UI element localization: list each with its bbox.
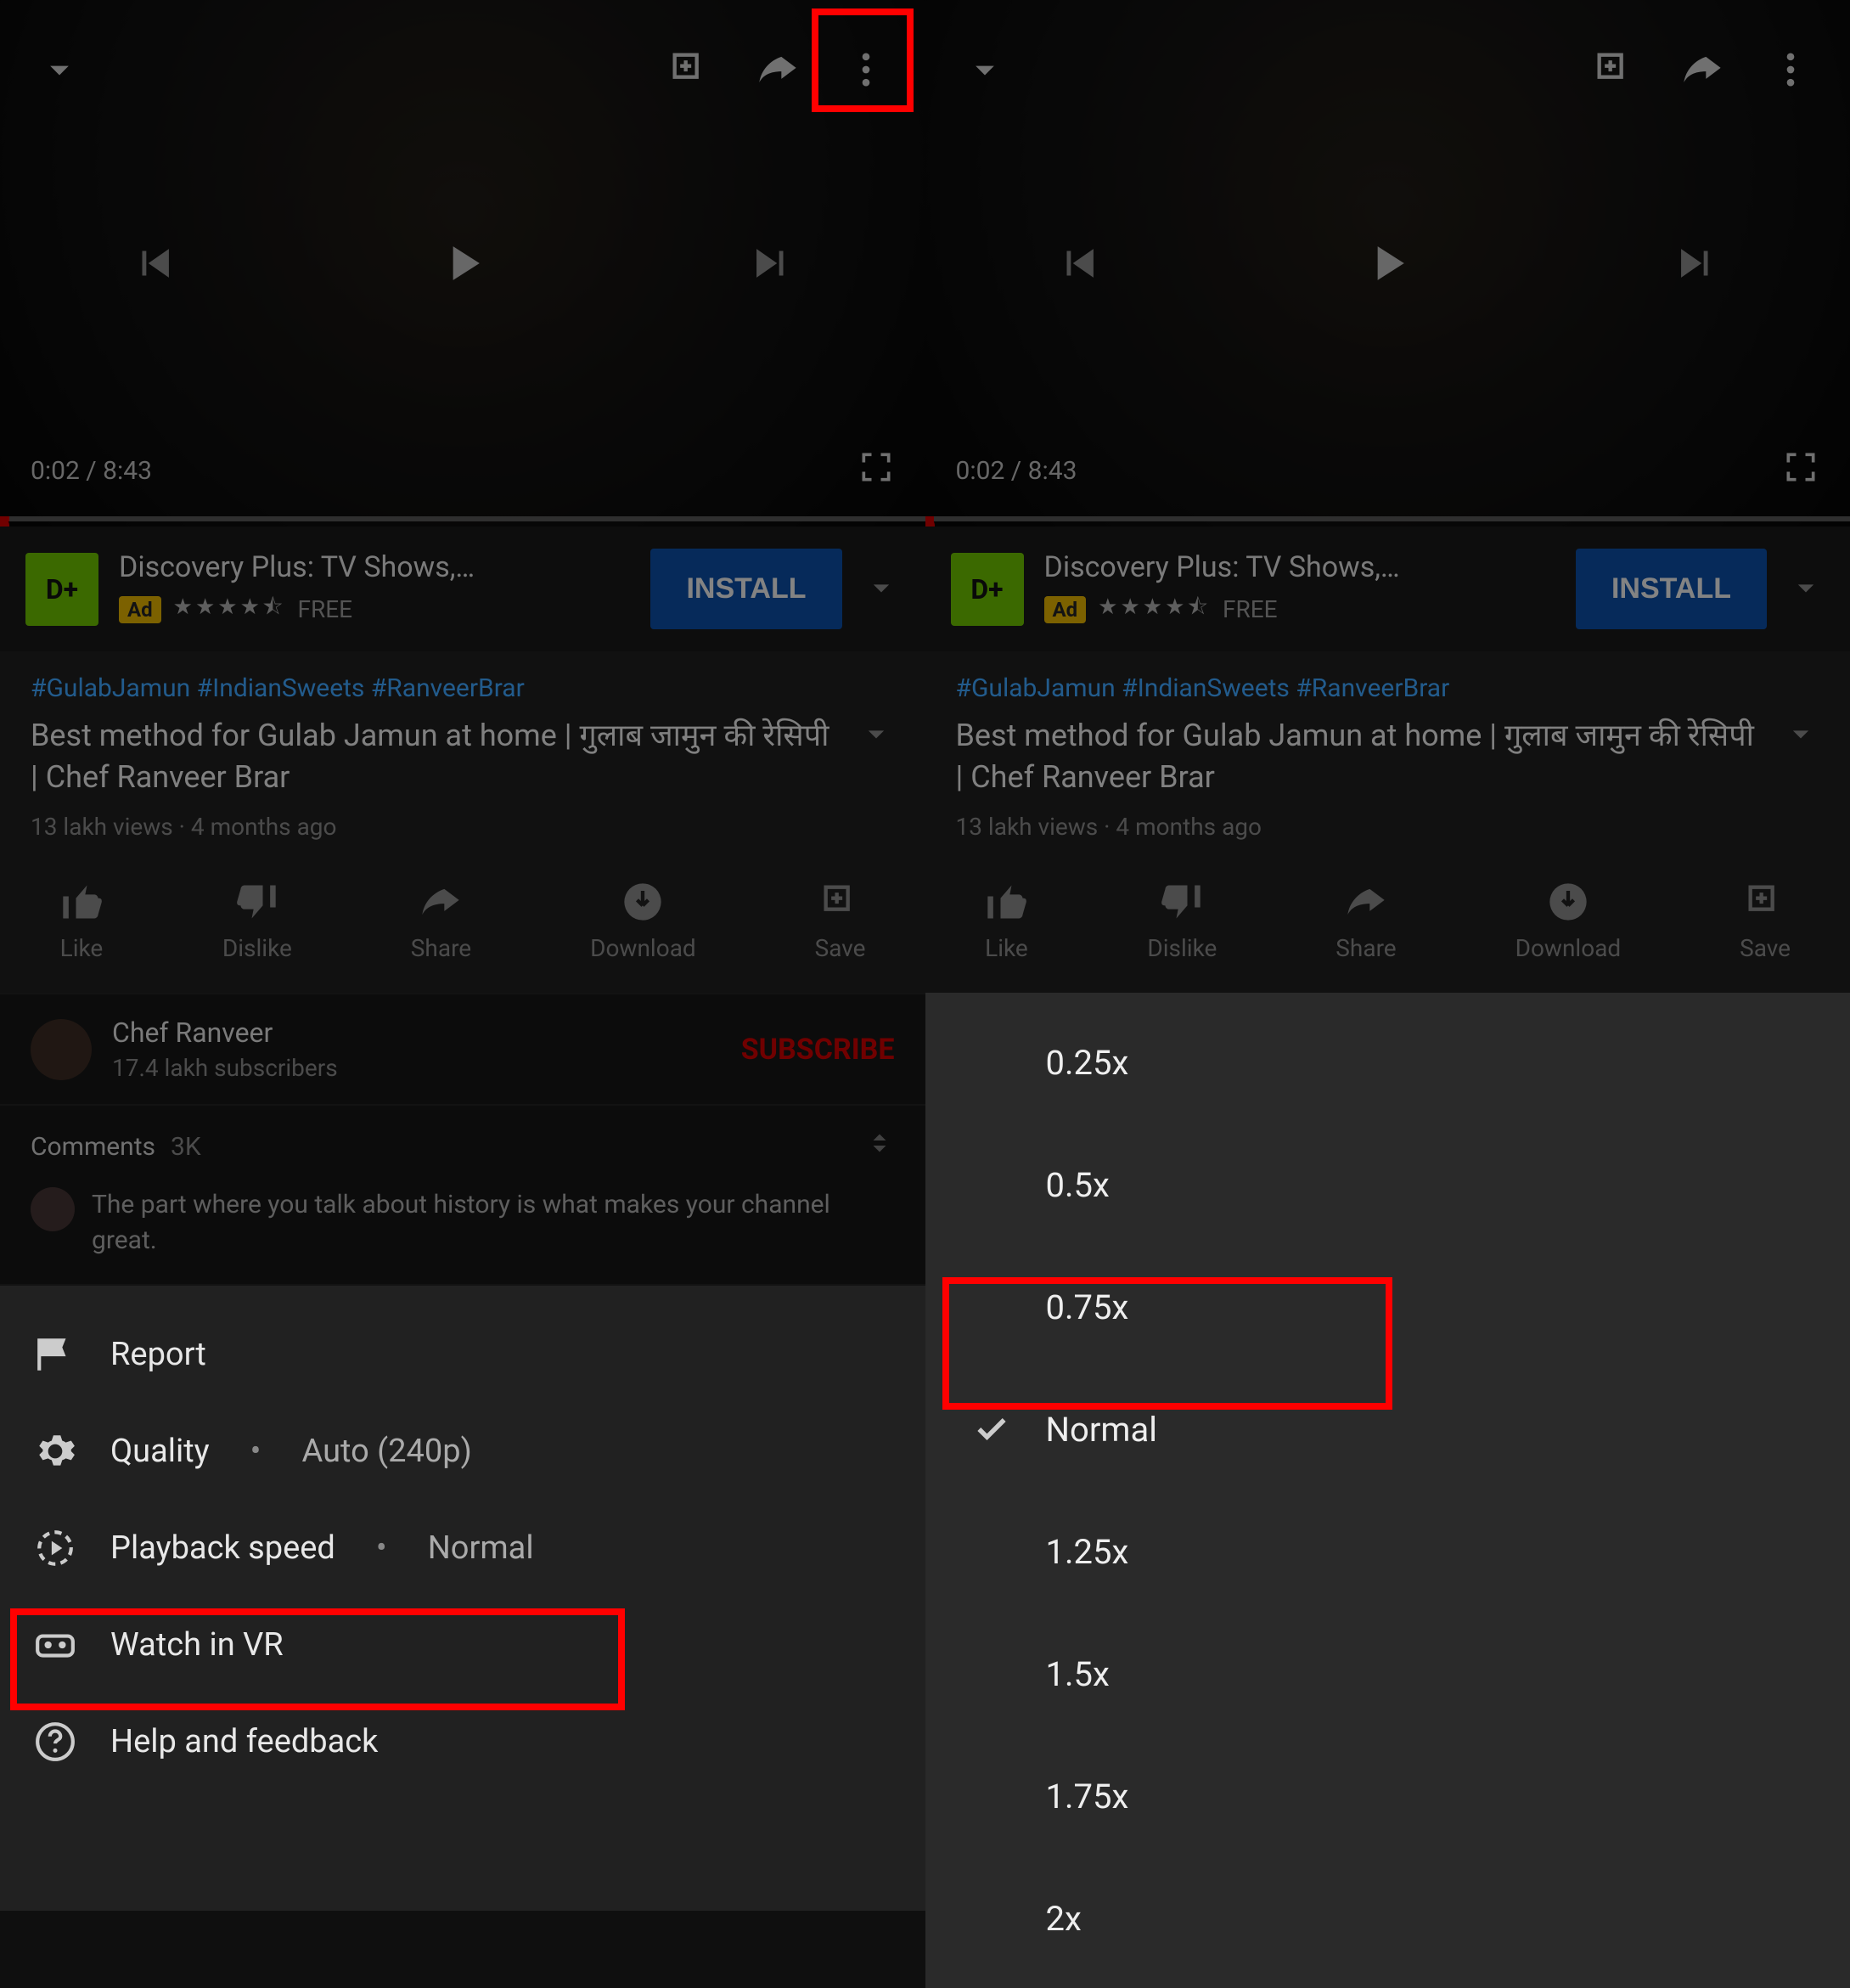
- speed-0-25x[interactable]: 0.25x: [925, 1001, 1850, 1124]
- share-button[interactable]: Share: [1335, 880, 1396, 962]
- comments-count: 3K: [171, 1132, 201, 1162]
- download-button[interactable]: Download: [1515, 880, 1622, 962]
- time-display: 0:02 / 8:43: [956, 456, 1077, 486]
- overflow-menu: Report Quality•Auto (240p) Playback spee…: [0, 1286, 925, 1911]
- top-comment[interactable]: The part where you talk about history is…: [0, 1187, 925, 1286]
- right-screenshot: 0:02 / 8:43 D+ Discovery Plus: TV Shows,…: [925, 0, 1850, 1911]
- channel-row[interactable]: Chef Ranveer 17.4 lakh subscribers SUBSC…: [0, 993, 925, 1106]
- speed-0-75x[interactable]: 0.75x: [925, 1246, 1850, 1368]
- video-title: Best method for Gulab Jamun at home | गु…: [31, 715, 841, 797]
- like-button[interactable]: Like: [59, 880, 104, 962]
- title-expand-icon[interactable]: [1782, 715, 1819, 756]
- ad-expand-icon[interactable]: [863, 569, 900, 610]
- add-to-playlist-icon[interactable]: [1585, 41, 1643, 99]
- ad-free-label: FREE: [298, 595, 353, 623]
- speed-2x[interactable]: 2x: [925, 1857, 1850, 1980]
- comments-sort-icon[interactable]: [864, 1128, 895, 1165]
- comment-text: The part where you talk about history is…: [92, 1187, 895, 1259]
- install-button[interactable]: INSTALL: [1576, 549, 1767, 629]
- ad-title: Discovery Plus: TV Shows,…: [119, 550, 630, 584]
- video-title: Best method for Gulab Jamun at home | गु…: [956, 715, 1766, 797]
- progress-bar[interactable]: [925, 516, 1850, 521]
- download-button[interactable]: Download: [590, 880, 696, 962]
- ad-stars: ★★★★⯪: [173, 591, 286, 628]
- progress-bar[interactable]: [0, 516, 925, 521]
- ad-badge: Ad: [119, 596, 161, 623]
- fullscreen-icon[interactable]: [1782, 448, 1819, 493]
- previous-icon[interactable]: [1050, 234, 1108, 292]
- save-button[interactable]: Save: [815, 880, 866, 962]
- time-display: 0:02 / 8:43: [31, 456, 152, 486]
- share-arrow-icon[interactable]: [749, 41, 807, 99]
- action-row: Like Dislike Share Download Save: [0, 863, 925, 993]
- more-options-icon[interactable]: [1762, 41, 1819, 99]
- channel-name: Chef Ranveer: [112, 1017, 338, 1049]
- dislike-button[interactable]: Dislike: [1147, 880, 1217, 962]
- speed-1-5x[interactable]: 1.5x: [925, 1613, 1850, 1735]
- more-options-icon[interactable]: [837, 41, 895, 99]
- video-player[interactable]: 0:02 / 8:43: [925, 0, 1850, 527]
- speed-normal[interactable]: Normal: [925, 1368, 1850, 1490]
- hashtags[interactable]: #GulabJamun #IndianSweets #RanveerBrar: [956, 673, 1820, 703]
- ad-app-icon: D+: [25, 553, 98, 626]
- views-date: 13 lakh views · 4 months ago: [956, 813, 1820, 841]
- comments-label: Comments: [31, 1132, 155, 1162]
- next-icon[interactable]: [1667, 234, 1724, 292]
- playback-speed-menu: 0.25x 0.5x 0.75x Normal 1.25x 1.5x 1.75x…: [925, 993, 1850, 1988]
- menu-help[interactable]: Help and feedback: [0, 1693, 925, 1790]
- channel-subs: 17.4 lakh subscribers: [112, 1054, 338, 1082]
- ad-expand-icon[interactable]: [1787, 569, 1825, 610]
- next-icon[interactable]: [742, 234, 800, 292]
- menu-watch-vr[interactable]: Watch in VR: [0, 1597, 925, 1693]
- channel-avatar: [31, 1019, 92, 1080]
- share-arrow-icon[interactable]: [1673, 41, 1731, 99]
- ad-banner[interactable]: D+ Discovery Plus: TV Shows,… Ad ★★★★⯪ F…: [925, 527, 1850, 651]
- left-screenshot: 0:02 / 8:43 D+ Discovery Plus: TV Shows,…: [0, 0, 925, 1911]
- title-expand-icon[interactable]: [858, 715, 895, 756]
- commenter-avatar: [31, 1187, 75, 1231]
- speed-1-25x[interactable]: 1.25x: [925, 1490, 1850, 1613]
- share-button[interactable]: Share: [411, 880, 471, 962]
- collapse-icon[interactable]: [31, 41, 88, 99]
- views-date: 13 lakh views · 4 months ago: [31, 813, 895, 841]
- check-icon: [968, 1405, 1015, 1453]
- play-icon[interactable]: [1358, 234, 1416, 292]
- add-to-playlist-icon[interactable]: [661, 41, 718, 99]
- fullscreen-icon[interactable]: [858, 448, 895, 493]
- menu-playback-speed[interactable]: Playback speed•Normal: [0, 1500, 925, 1597]
- speed-1-75x[interactable]: 1.75x: [925, 1735, 1850, 1857]
- menu-quality[interactable]: Quality•Auto (240p): [0, 1403, 925, 1500]
- ad-app-icon: D+: [951, 553, 1024, 626]
- hashtags[interactable]: #GulabJamun #IndianSweets #RanveerBrar: [31, 673, 895, 703]
- menu-report[interactable]: Report: [0, 1306, 925, 1403]
- comments-header[interactable]: Comments 3K: [0, 1106, 925, 1187]
- video-player[interactable]: 0:02 / 8:43: [0, 0, 925, 527]
- like-button[interactable]: Like: [984, 880, 1028, 962]
- save-button[interactable]: Save: [1740, 880, 1791, 962]
- dislike-button[interactable]: Dislike: [222, 880, 292, 962]
- previous-icon[interactable]: [126, 234, 183, 292]
- install-button[interactable]: INSTALL: [650, 549, 841, 629]
- play-icon[interactable]: [434, 234, 492, 292]
- speed-0-5x[interactable]: 0.5x: [925, 1124, 1850, 1246]
- subscribe-button[interactable]: SUBSCRIBE: [741, 1033, 895, 1067]
- collapse-icon[interactable]: [956, 41, 1014, 99]
- ad-banner[interactable]: D+ Discovery Plus: TV Shows,… Ad ★★★★⯪ F…: [0, 527, 925, 651]
